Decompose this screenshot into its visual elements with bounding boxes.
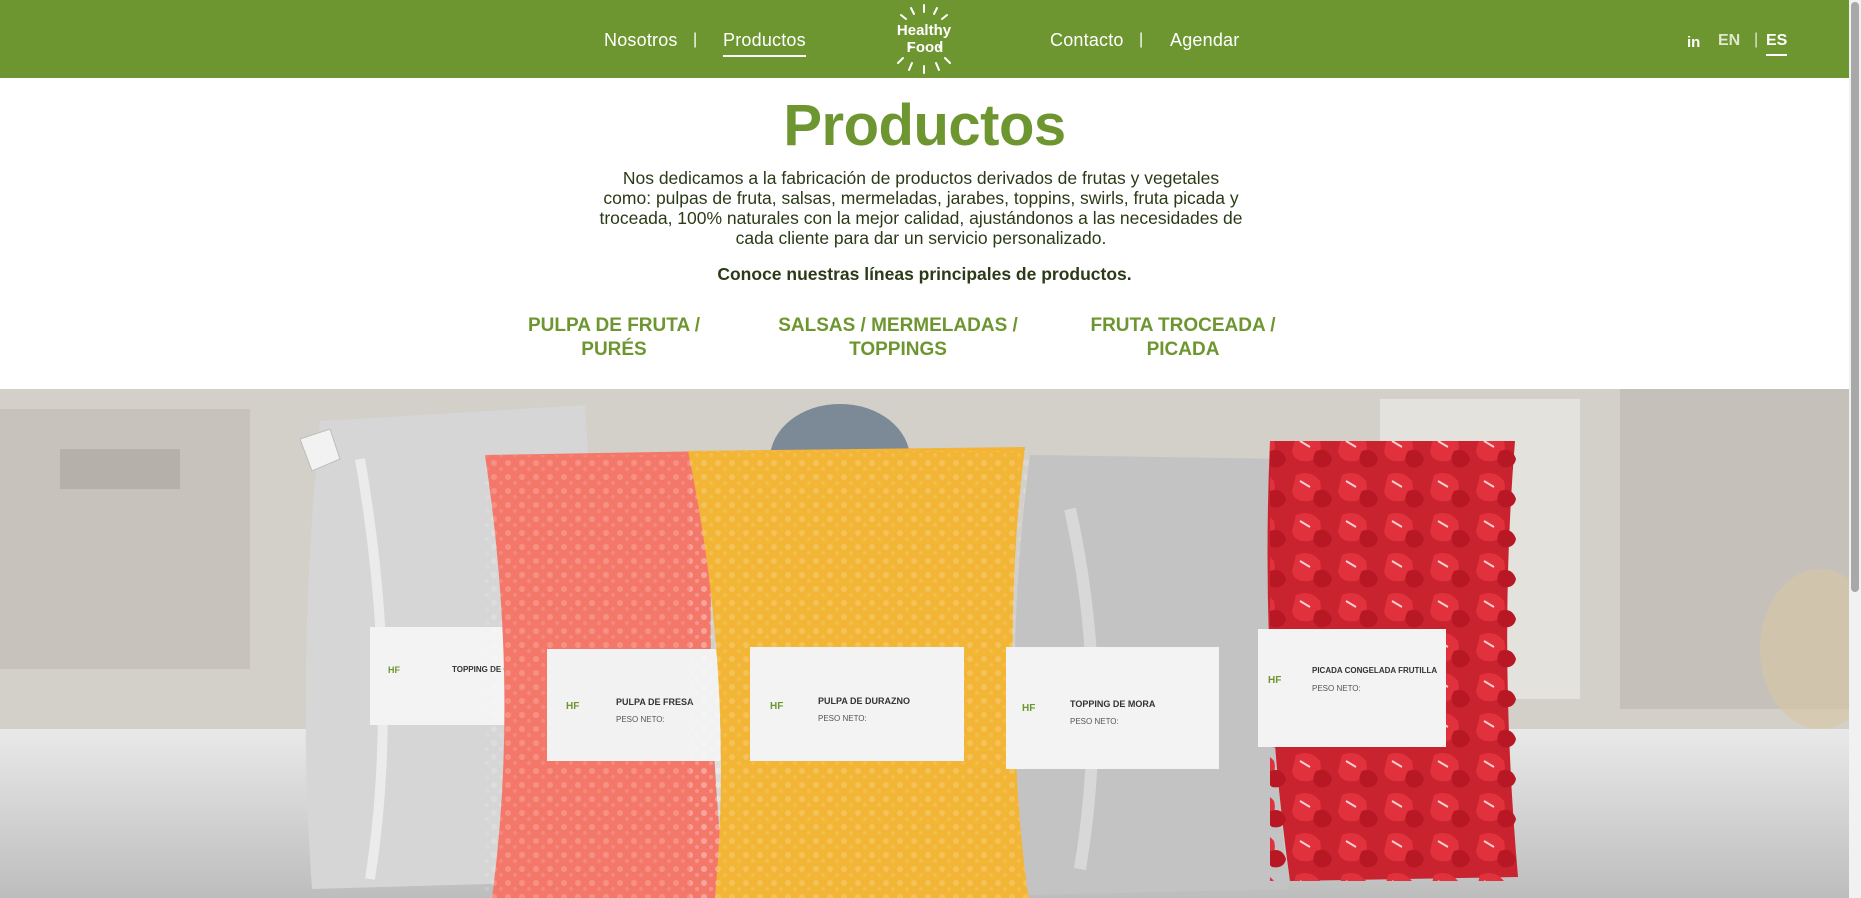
- nav-separator: |: [693, 31, 698, 48]
- product-bags-illustration: TOPPING DE CHOCOLATE HF PULPA DE FRESA P…: [0, 389, 1849, 898]
- nav-separator: |: [1139, 31, 1144, 48]
- svg-text:PESO NETO:: PESO NETO:: [616, 715, 665, 724]
- svg-text:Healthy: Healthy: [897, 22, 952, 39]
- svg-text:HF: HF: [1268, 675, 1281, 686]
- intro-line: Nos dedicamos a la fabricación de produc…: [622, 168, 1220, 188]
- nav-contacto[interactable]: Contacto: [1050, 30, 1124, 51]
- category-label: SALSAS / MERMELADAS /: [778, 315, 1018, 336]
- svg-text:PICADA CONGELADA FRUTILLA: PICADA CONGELADA FRUTILLA: [1312, 666, 1437, 675]
- category-salsas-mermeladas[interactable]: SALSAS / MERMELADAS / TOPPINGS: [766, 314, 1030, 362]
- product-lines-tagline: Conoce nuestras líneas principales de pr…: [717, 264, 1132, 284]
- linkedin-icon[interactable]: in: [1687, 34, 1700, 51]
- nav-agendar[interactable]: Agendar: [1170, 30, 1239, 51]
- page-scrollbar[interactable]: [1849, 0, 1861, 898]
- nav-productos[interactable]: Productos: [723, 30, 806, 57]
- svg-text:HF: HF: [770, 701, 783, 712]
- svg-text:PULPA DE FRESA: PULPA DE FRESA: [616, 697, 694, 707]
- scrollbar-thumb[interactable]: [1851, 2, 1859, 592]
- lang-separator: |: [1754, 31, 1759, 48]
- category-label: PICADA: [1146, 339, 1220, 360]
- lang-en[interactable]: EN: [1718, 32, 1740, 50]
- top-navigation-bar: Nosotros | Productos Healthy Food Contac…: [0, 0, 1849, 78]
- category-label: TOPPINGS: [849, 339, 947, 360]
- intro-line: como: pulpas de fruta, salsas, mermelada…: [603, 188, 1239, 208]
- nav-nosotros[interactable]: Nosotros: [604, 30, 678, 51]
- category-label: PULPA DE FRUTA /: [527, 315, 701, 336]
- product-packages-hero-image: TOPPING DE CHOCOLATE HF PULPA DE FRESA P…: [0, 389, 1849, 898]
- svg-text:HF: HF: [388, 665, 400, 675]
- svg-text:PESO NETO:: PESO NETO:: [818, 714, 867, 723]
- intro-line: cada cliente para dar un servicio person…: [735, 228, 1107, 248]
- category-label: FRUTA TROCEADA /: [1090, 315, 1276, 336]
- svg-text:PESO NETO:: PESO NETO:: [1070, 717, 1119, 726]
- intro-paragraph: Nos dedicamos a la fabricación de produc…: [570, 168, 1272, 248]
- svg-text:PESO NETO:: PESO NETO:: [1312, 684, 1361, 693]
- page-title: Productos: [783, 93, 1066, 158]
- healthy-food-logo-icon: Healthy Food: [897, 4, 952, 74]
- svg-text:Food: Food: [907, 39, 944, 56]
- svg-text:HF: HF: [1022, 703, 1035, 714]
- healthy-food-logo[interactable]: Healthy Food: [885, 2, 963, 76]
- svg-text:HF: HF: [566, 701, 579, 712]
- category-label: PURÉS: [581, 339, 647, 360]
- category-fruta-troceada[interactable]: FRUTA TROCEADA / PICADA: [1078, 314, 1288, 362]
- intro-line: troceada, 100% naturales con la mejor ca…: [599, 208, 1243, 228]
- svg-text:TOPPING DE MORA: TOPPING DE MORA: [1070, 699, 1156, 709]
- lang-es[interactable]: ES: [1766, 32, 1788, 56]
- svg-text:PULPA DE DURAZNO: PULPA DE DURAZNO: [818, 696, 910, 706]
- category-pulpa-de-fruta[interactable]: PULPA DE FRUTA / PURÉS: [514, 314, 714, 362]
